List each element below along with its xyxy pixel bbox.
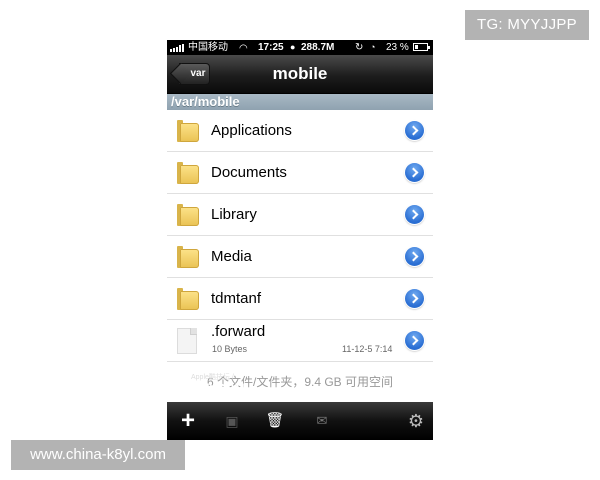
alarm-icon: ◔: [370, 42, 376, 52]
copy-icon[interactable]: ▣: [222, 402, 242, 440]
item-name: Documents: [211, 164, 287, 181]
mail-icon[interactable]: ✉: [312, 402, 332, 440]
list-item[interactable]: Applications: [167, 110, 433, 152]
disclosure-icon[interactable]: [405, 289, 424, 308]
watermark-top: TG: MYYJJPP: [465, 10, 589, 40]
disclosure-icon[interactable]: [405, 205, 424, 224]
list-item[interactable]: tdmtanf: [167, 278, 433, 320]
apple-icon: ●: [290, 42, 296, 52]
add-icon[interactable]: +: [177, 402, 199, 440]
back-button-label: var: [190, 68, 206, 79]
file-list: Applications Documents Library Media tdm…: [167, 110, 433, 362]
list-item[interactable]: Media: [167, 236, 433, 278]
carrier-label: 中国移动: [188, 42, 228, 53]
folder-icon: [177, 204, 199, 226]
path-header: /var/mobile: [167, 94, 433, 110]
signal-icon: [170, 44, 184, 52]
folder-icon: [177, 120, 199, 142]
navigation-bar: mobile var: [167, 55, 433, 94]
file-size: 10 Bytes: [212, 344, 248, 354]
folder-icon: [177, 162, 199, 184]
disclosure-icon[interactable]: [405, 331, 424, 350]
bottom-toolbar: + ▣ 🗑 ✉ ⚙: [167, 402, 433, 440]
watermark-ifan: iFan.178.COM: [163, 381, 245, 395]
file-icon: [177, 328, 197, 354]
file-date: 11-12-5 7:14: [342, 344, 393, 354]
item-name: Applications: [211, 122, 292, 139]
folder-icon: [177, 246, 199, 268]
lock-rotation-icon: ↻: [355, 42, 364, 53]
item-name: tdmtanf: [211, 290, 262, 307]
status-time: 17:25: [258, 42, 284, 53]
memory-label: 288.7M: [301, 42, 335, 53]
battery-icon: [413, 43, 430, 51]
list-item[interactable]: Library: [167, 194, 433, 236]
list-item[interactable]: Documents: [167, 152, 433, 194]
back-button[interactable]: var: [169, 62, 211, 85]
wifi-icon: ◠: [239, 43, 248, 54]
item-name: Library: [211, 206, 257, 223]
item-name: Media: [211, 248, 252, 265]
disclosure-icon[interactable]: [405, 121, 424, 140]
folder-icon: [177, 288, 199, 310]
disclosure-icon[interactable]: [405, 247, 424, 266]
trash-icon[interactable]: 🗑: [265, 402, 285, 440]
disclosure-icon[interactable]: [405, 163, 424, 182]
list-item[interactable]: .forward 10 Bytes 11-12-5 7:14: [167, 320, 433, 362]
battery-percent: 23 %: [386, 42, 409, 53]
watermark-bottom: www.china-k8yl.com: [11, 440, 185, 470]
status-bar: 中国移动 ◠ 17:25 ● 288.7M ↻ ◔ 23 %: [167, 40, 433, 55]
item-name: .forward: [211, 323, 266, 340]
gear-icon[interactable]: ⚙: [405, 402, 427, 440]
